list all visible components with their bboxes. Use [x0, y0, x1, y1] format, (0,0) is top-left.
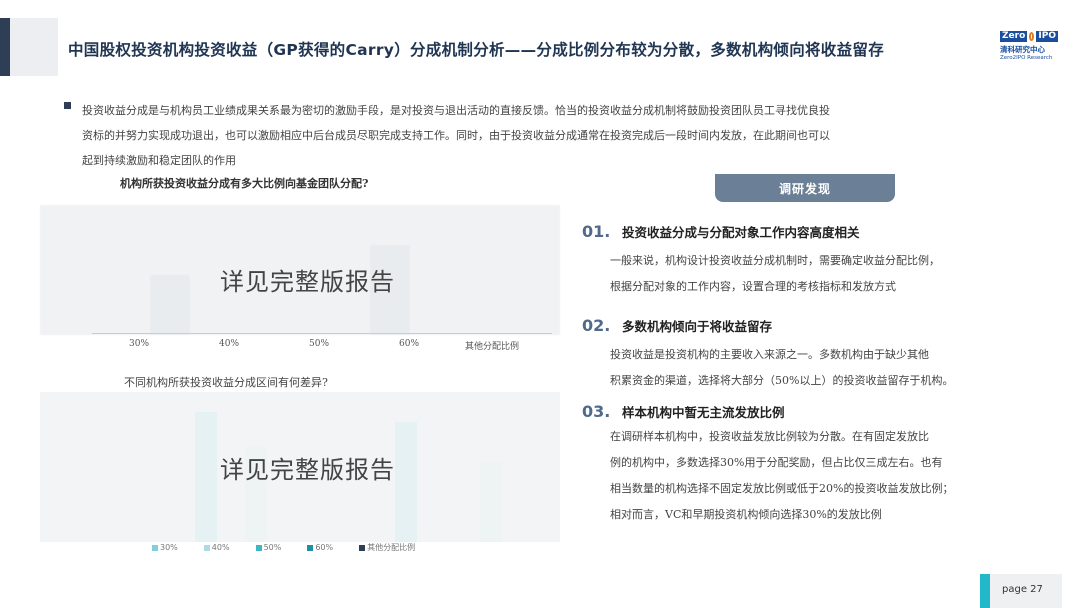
finding-line: 根据分配对象的工作内容，设置合理的考核指标和发放方式 — [610, 280, 896, 293]
chart2-question: 不同机构所获投资收益分成区间有何差异? — [124, 376, 328, 389]
intro-line: 投资收益分成是与机构员工业绩成果关系最为密切的激励手段，是对投资与退出活动的直接… — [82, 104, 830, 117]
chart2-watermark: 详见完整版报告 — [220, 456, 395, 484]
chart1-axis-label: 40% — [219, 339, 240, 349]
finding-line: 相当数量的机构选择不固定发放比例或低于20%的投资收益发放比例； — [610, 482, 954, 495]
chart1-axis-label: 其他分配比例 — [465, 342, 520, 352]
intro-line: 资标的并努力实现成功退出，也可以激励相应中后台成员尽职完成支持工作。同时，由于投… — [82, 129, 830, 142]
bullet-square-icon — [64, 102, 71, 109]
legend-item: 40% — [203, 542, 230, 553]
page-title: 中国股权投资机构投资收益（GP获得的Carry）分成机制分析——分成比例分布较为… — [68, 41, 885, 59]
page-number: page 27 — [1002, 584, 1043, 595]
legend-label: 其他分配比例 — [367, 543, 416, 552]
logo-english-name: Zero2IPO Research — [1000, 55, 1053, 61]
finding-body: 投资收益是投资机构的主要收入来源之一。多数机构由于缺少其他 积累资金的渠道，选择… — [610, 342, 1040, 394]
finding-line: 投资收益是投资机构的主要收入来源之一。多数机构由于缺少其他 — [610, 348, 929, 361]
finding-line: 积累资金的渠道，选择将大部分（50%以上）的投资收益留存于机构。 — [610, 374, 954, 387]
legend-swatch — [359, 544, 366, 551]
legend-label: 50% — [263, 543, 282, 552]
finding-number: 01. — [582, 222, 611, 241]
chart1-axis-label: 30% — [129, 339, 150, 349]
left-accent-bar — [0, 18, 10, 76]
finding-title: 样本机构中暂无主流发放比例 — [622, 405, 785, 420]
chart1-axis-label: 50% — [309, 339, 330, 349]
finding-line: 相对而言，VC和早期投资机构倾向选择30%的发放比例 — [610, 508, 882, 521]
legend-item: 50% — [255, 542, 282, 553]
chart2-legend: 30% 40% 50% 60% 其他分配比例 — [152, 542, 415, 553]
findings-tab: 调研发现 — [715, 174, 895, 202]
chart1-watermark: 详见完整版报告 — [220, 268, 395, 296]
legend-item: 60% — [307, 542, 333, 553]
legend-swatch — [203, 544, 210, 551]
chart1-x-axis — [92, 333, 552, 334]
logo-chinese-name: 清科研究中心 — [1000, 45, 1045, 54]
intro-paragraph: 投资收益分成是与机构员工业绩成果关系最为密切的激励手段，是对投资与退出活动的直接… — [64, 98, 1014, 173]
finding-title: 多数机构倾向于将收益留存 — [622, 319, 773, 334]
finding-body: 一般来说，机构设计投资收益分成机制时，需要确定收益分配比例， 根据分配对象的工作… — [610, 248, 1040, 300]
legend-swatch — [255, 544, 262, 551]
legend-item: 其他分配比例 — [359, 542, 415, 553]
finding-line: 例的机构中，多数选择30%用于分配奖励，但占比仅三成左右。也有 — [610, 456, 943, 469]
logo-ipo-text: IPO — [1036, 31, 1058, 42]
title-band — [10, 18, 58, 76]
finding-line: 在调研样本机构中，投资收益发放比例较为分散。在有固定发放比 — [610, 430, 929, 443]
zero2ipo-logo: Zero IPO 清科研究中心 Zero2IPO Research — [1000, 31, 1058, 65]
finding-line: 一般来说，机构设计投资收益分成机制时，需要确定收益分配比例， — [610, 254, 940, 267]
finding-number: 03. — [582, 402, 611, 421]
finding-number: 02. — [582, 316, 611, 335]
legend-swatch — [307, 544, 314, 551]
legend-swatch — [152, 544, 158, 551]
intro-text: 投资收益分成是与机构员工业绩成果关系最为密切的激励手段，是对投资与退出活动的直接… — [82, 98, 1014, 173]
legend-label: 60% — [315, 543, 334, 552]
logo-wordmark: Zero IPO — [1000, 31, 1058, 42]
chart1-question: 机构所获投资收益分成有多大比例向基金团队分配? — [120, 177, 369, 190]
legend-label: 40% — [211, 543, 230, 552]
intro-line: 起到持续激励和稳定团队的作用 — [82, 154, 236, 167]
finding-body: 在调研样本机构中，投资收益发放比例较为分散。在有固定发放比 例的机构中，多数选择… — [610, 424, 1040, 528]
page-number-accent — [980, 574, 990, 608]
legend-label: 30% — [160, 543, 178, 552]
logo-zero-text: Zero — [1000, 31, 1028, 42]
legend-item: 30% — [152, 542, 178, 553]
chart1-axis-label: 60% — [399, 339, 420, 349]
finding-title: 投资收益分成与分配对象工作内容高度相关 — [622, 225, 860, 240]
logo-ring-icon — [1029, 32, 1035, 41]
